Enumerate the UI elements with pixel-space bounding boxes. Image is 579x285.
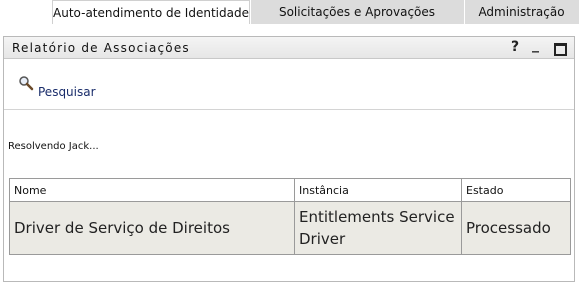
tab-bar: Auto-atendimento de Identidade Solicitaç… [0, 0, 579, 24]
magnifier-icon [18, 75, 34, 94]
minimize-icon[interactable]: _ [532, 37, 539, 53]
tab-separator [464, 0, 465, 24]
table-row[interactable]: Driver de Serviço de Direitos Entitlemen… [9, 201, 571, 255]
maximize-icon[interactable] [554, 43, 567, 56]
column-header-state: Estado [461, 178, 571, 202]
table-header-row: Nome Instância Estado [9, 178, 571, 202]
cell-name: Driver de Serviço de Direitos [9, 201, 295, 255]
portlet-title: Relatório de Associações [12, 41, 190, 55]
status-text: Resolvendo Jack... [8, 141, 99, 152]
tab-requests-approvals[interactable]: Solicitações e Aprovações [250, 0, 464, 24]
cell-instance: Entitlements Service Driver [294, 201, 462, 255]
column-header-instance: Instância [294, 178, 462, 202]
tab-separator [250, 0, 251, 24]
divider [4, 109, 574, 110]
portlet-header: Relatório de Associações ? _ [4, 37, 574, 59]
tab-administration[interactable]: Administração [464, 0, 579, 24]
search-label: Pesquisar [38, 85, 96, 99]
results-table: Nome Instância Estado Driver de Serviço … [9, 178, 571, 255]
column-header-name: Nome [9, 178, 295, 202]
help-icon[interactable]: ? [511, 39, 519, 55]
associations-report-portlet: Relatório de Associações ? _ Pesquisar R… [3, 36, 575, 282]
tab-identity-self-service[interactable]: Auto-atendimento de Identidade [52, 0, 250, 24]
search-link[interactable]: Pesquisar [18, 75, 96, 99]
cell-state: Processado [461, 201, 571, 255]
